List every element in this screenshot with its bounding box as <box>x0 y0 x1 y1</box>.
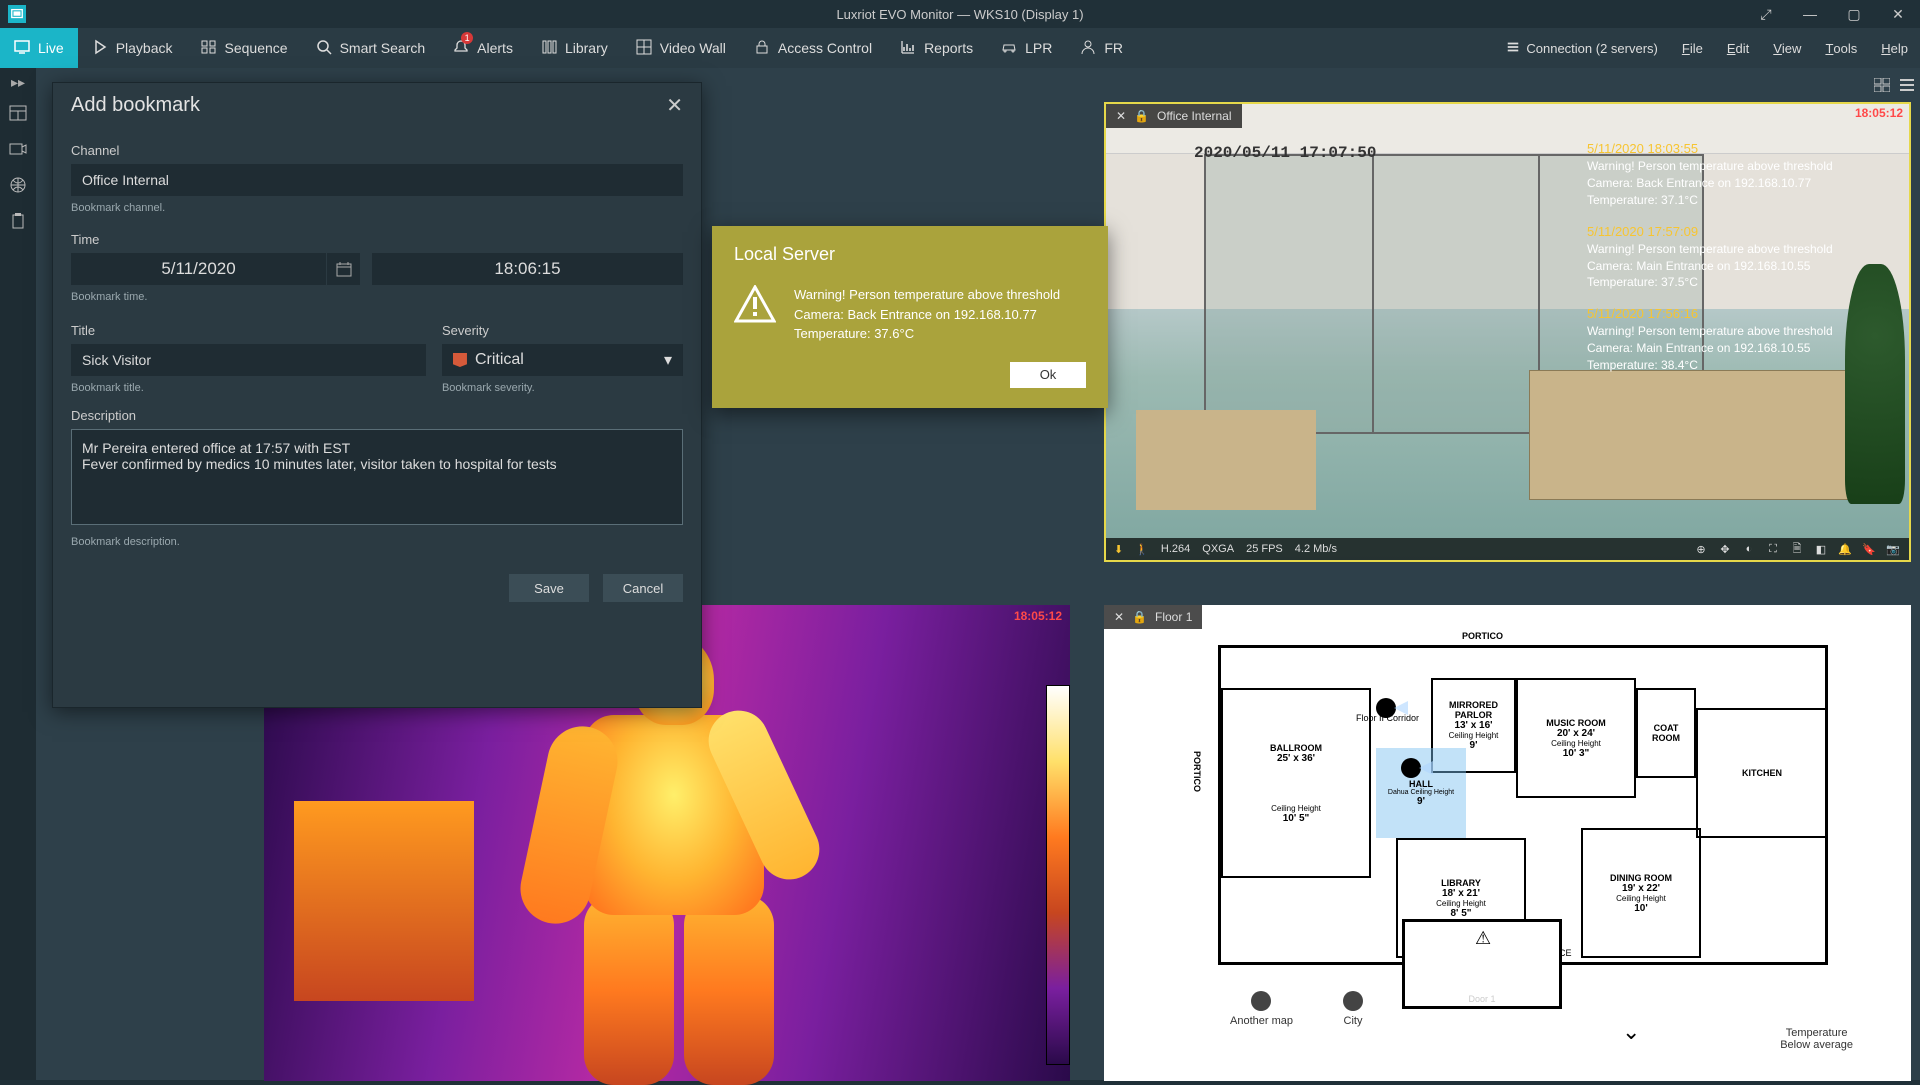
menu-tools[interactable]: Tools <box>1813 41 1869 56</box>
app-title: Luxriot EVO Monitor — WKS10 (Display 1) <box>0 7 1920 22</box>
tab-reports[interactable]: Reports <box>886 28 987 68</box>
search-icon <box>316 39 332 58</box>
lock-icon[interactable]: 🔒 <box>1134 109 1149 123</box>
warning-icon <box>734 285 776 323</box>
menu-help[interactable]: Help <box>1869 41 1920 56</box>
globe-icon[interactable] <box>6 174 30 196</box>
ptz-icon[interactable]: ✥ <box>1717 541 1733 557</box>
alert-overlay: 5/11/2020 18:03:55 Warning! Person tempe… <box>1587 140 1897 388</box>
grid-icon <box>636 39 652 58</box>
left-sidebar: ▸▸ <box>0 68 36 1080</box>
chevron-down-icon: ▾ <box>664 350 672 370</box>
calendar-icon[interactable] <box>326 253 360 285</box>
dewarping-icon[interactable]: ◐ <box>1741 541 1757 557</box>
channel-input[interactable] <box>71 164 683 196</box>
title-input[interactable] <box>71 344 426 376</box>
tab-library[interactable]: Library <box>527 28 622 68</box>
tab-video-wall[interactable]: Video Wall <box>622 28 740 68</box>
panel-title: Add bookmark <box>71 94 200 117</box>
play-icon <box>92 39 108 58</box>
tile-name: Floor 1 <box>1155 610 1192 624</box>
zoom-in-icon[interactable]: ⊕ <box>1693 541 1709 557</box>
download-icon[interactable]: ⬇ <box>1114 543 1123 556</box>
lock-icon[interactable]: 🔒 <box>1132 610 1147 624</box>
stack-icon <box>1506 40 1520 57</box>
main-toolbar: Live Playback Sequence Smart Search 1 Al… <box>0 28 1920 68</box>
time-input[interactable] <box>372 253 683 285</box>
tag-icon[interactable]: ◧ <box>1813 541 1829 557</box>
person-icon <box>1080 39 1096 58</box>
file-icon[interactable]: 🗎 <box>1789 541 1805 557</box>
tile-name: Office Internal <box>1157 109 1231 123</box>
severity-select[interactable]: Critical ▾ <box>442 344 683 376</box>
nav-city[interactable]: City <box>1343 991 1363 1027</box>
tab-playback[interactable]: Playback <box>78 28 187 68</box>
tile-floorplan[interactable]: ✕ 🔒 Floor 1 PORTICO BALLROOM 25' x 36' C… <box>1104 605 1911 1081</box>
main-area: ✕ 🔒 Office Internal 18:05:12 2020/05/11 … <box>36 68 1920 1080</box>
monitor-icon <box>14 39 30 58</box>
osd-timestamp: 2020/05/11 17:07:50 <box>1194 144 1376 162</box>
thermal-colorbar <box>1046 685 1070 1065</box>
tab-fr[interactable]: FR <box>1066 28 1137 68</box>
multiview-icon[interactable] <box>1874 78 1890 97</box>
tile-office-internal[interactable]: ✕ 🔒 Office Internal 18:05:12 2020/05/11 … <box>1104 102 1911 562</box>
clipboard-icon[interactable] <box>6 210 30 232</box>
ok-button[interactable]: Ok <box>1010 362 1086 388</box>
expand-sidebar-icon[interactable]: ▸▸ <box>0 74 36 88</box>
cancel-button[interactable]: Cancel <box>603 574 683 602</box>
camera-list-icon[interactable] <box>6 138 30 160</box>
camera-marker[interactable] <box>1376 698 1396 718</box>
nav-another-map[interactable]: Another map <box>1230 991 1293 1027</box>
menu-edit[interactable]: Edit <box>1715 41 1761 56</box>
connection-indicator[interactable]: Connection (2 servers) <box>1494 40 1670 57</box>
tile-clock: 18:05:12 <box>1014 609 1062 623</box>
tab-sequence[interactable]: Sequence <box>187 28 302 68</box>
tab-lpr[interactable]: LPR <box>987 28 1066 68</box>
temperature-legend: Temperature Below average <box>1780 1027 1853 1051</box>
local-server-alert: Local Server Warning! Person temperature… <box>712 226 1108 408</box>
layouts-icon[interactable] <box>6 102 30 124</box>
bookmark-icon[interactable]: 🔖 <box>1861 541 1877 557</box>
titlebar: Luxriot EVO Monitor — WKS10 (Display 1) … <box>0 0 1920 28</box>
person-detected-icon: 🚶 <box>1135 543 1149 556</box>
bell-icon[interactable]: 🔔 <box>1837 541 1853 557</box>
alerts-badge: 1 <box>461 32 473 44</box>
tile-close-icon[interactable]: ✕ <box>1116 109 1126 123</box>
menu-icon[interactable] <box>1900 78 1914 97</box>
chevron-down-icon[interactable]: ⌄ <box>1622 1019 1640 1045</box>
tab-smart-search[interactable]: Smart Search <box>302 28 440 68</box>
library-icon <box>541 39 557 58</box>
fullscreen-icon[interactable]: ⛶ <box>1765 541 1781 557</box>
warning-icon: ⚠ <box>1475 928 1491 949</box>
lock-icon <box>754 39 770 58</box>
tab-alerts[interactable]: 1 Alerts <box>439 28 527 68</box>
chart-icon <box>900 39 916 58</box>
sequence-icon <box>201 39 217 58</box>
tile-close-icon[interactable]: ✕ <box>1114 610 1124 624</box>
add-bookmark-panel: Add bookmark ✕ Channel Bookmark channel.… <box>52 82 702 708</box>
car-icon <box>1001 39 1017 58</box>
tile-clock: 18:05:12 <box>1855 106 1903 120</box>
stream-stats: ⬇ 🚶 H.264 QXGA 25 FPS 4.2 Mb/s ⊕ ✥ ◐ ⛶ 🗎… <box>1106 538 1909 560</box>
save-button[interactable]: Save <box>509 574 589 602</box>
menu-file[interactable]: File <box>1670 41 1715 56</box>
close-icon[interactable]: ✕ <box>666 93 683 118</box>
description-input[interactable] <box>71 429 683 525</box>
date-input[interactable] <box>71 253 326 285</box>
menu-view[interactable]: View <box>1761 41 1813 56</box>
snapshot-icon[interactable]: 📷 <box>1885 541 1901 557</box>
tab-access-control[interactable]: Access Control <box>740 28 886 68</box>
camera-marker[interactable] <box>1401 758 1421 778</box>
tab-live[interactable]: Live <box>0 28 78 68</box>
critical-flag-icon <box>453 353 467 367</box>
